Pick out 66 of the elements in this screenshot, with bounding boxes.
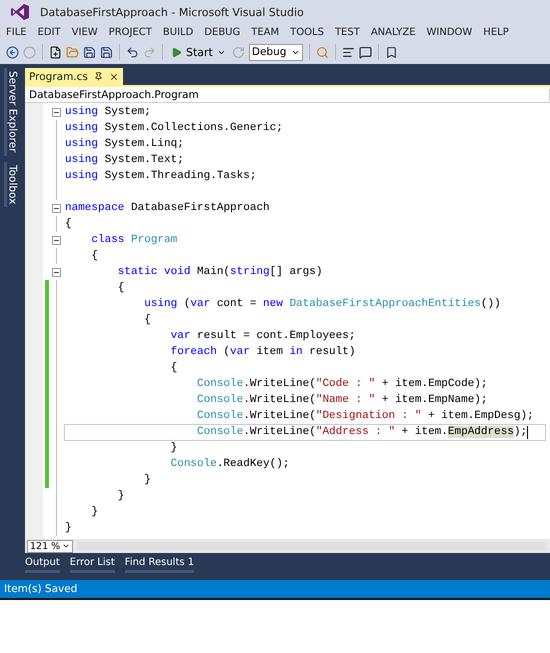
code-line: using System.Threading.Tasks; (64, 169, 258, 184)
side-tab[interactable]: Server Explorer (4, 68, 18, 156)
document-tab[interactable]: Program.cs (25, 68, 123, 85)
start-button[interactable]: Start (169, 46, 228, 58)
code-line: Console.WriteLine("Code : " + item.EmpCode); (196, 377, 488, 392)
back-icon[interactable] (6, 46, 19, 58)
code-line: { (90, 249, 100, 264)
menu-item[interactable]: EDIT (38, 26, 61, 38)
code-line: } (116, 489, 126, 504)
code-line: using System; (64, 105, 152, 120)
code-line: { (116, 281, 126, 296)
window-title: DatabaseFirstApproach - Microsoft Visual Studio (40, 6, 304, 18)
collapse-icon[interactable] (52, 204, 61, 212)
close-icon[interactable] (108, 72, 119, 82)
menu-item[interactable]: VIEW (72, 26, 98, 38)
panel-tab[interactable]: Error List (70, 556, 115, 573)
panel-tab[interactable]: Find Results 1 (124, 556, 194, 573)
collapse-icon[interactable] (52, 108, 61, 116)
side-tab[interactable]: Toolbox (4, 162, 18, 207)
code-line: using System.Text; (64, 153, 185, 168)
menu-item[interactable]: ANALYZE (370, 26, 416, 38)
save-all-icon[interactable] (100, 46, 113, 58)
code-line: Console.ReadKey(); (170, 457, 290, 472)
code-line: } (64, 521, 73, 536)
menu-item[interactable]: DEBUG (204, 26, 240, 38)
collapse-icon[interactable] (52, 236, 61, 244)
menu-item[interactable]: FILE (6, 26, 27, 38)
bookmark-icon[interactable] (384, 46, 398, 58)
code-line: } (90, 505, 100, 520)
code-line: { (64, 217, 73, 232)
code-line: { (170, 361, 178, 376)
new-file-icon[interactable] (49, 46, 62, 58)
code-line: Console.WriteLine("Name : " + item.EmpName); (196, 393, 488, 408)
save-icon[interactable] (83, 46, 96, 58)
code-line: using (var cont = new DatabaseFirstApproachEntities()) (143, 297, 502, 312)
menu-item[interactable]: BUILD (162, 26, 194, 38)
code-line: foreach (var item in result) (170, 345, 356, 360)
code-line: } (143, 473, 152, 488)
code-line: using System.Linq; (64, 137, 185, 152)
code-line: { (143, 313, 152, 328)
menu-item[interactable]: WINDOW (426, 26, 472, 38)
code-line: using System.Collections.Generic; (64, 121, 284, 136)
zoom-dropdown[interactable]: 121 % (27, 540, 73, 552)
collapse-icon[interactable] (52, 268, 61, 276)
configuration-dropdown[interactable]: Debug (248, 44, 303, 60)
undo-icon[interactable] (126, 46, 139, 58)
pin-icon[interactable] (94, 72, 103, 81)
status-text: Item(s) Saved (4, 583, 78, 595)
code-line: class Program (90, 233, 178, 248)
panel-tab[interactable]: Output (25, 556, 60, 573)
align-icon[interactable] (342, 46, 355, 58)
code-line: } (170, 441, 178, 456)
menu-item[interactable]: TEST (334, 26, 360, 38)
scope-dropdown[interactable]: DatabaseFirstApproach.Program (25, 88, 550, 100)
play-icon (171, 46, 182, 58)
menu-item[interactable]: PROJECT (108, 26, 152, 38)
code-line: namespace DatabaseFirstApproach (64, 201, 271, 216)
caret-icon (62, 542, 70, 550)
menu-item[interactable]: HELP (483, 26, 509, 38)
infinity-logo-icon (10, 3, 30, 21)
code-line: var result = cont.Employees; (170, 329, 356, 344)
code-line: static void Main(string[] args) (116, 265, 324, 280)
code-line: Console.WriteLine("Designation : " + item.EmpDesg); (196, 409, 535, 424)
menu-item[interactable]: TEAM (251, 26, 280, 38)
menu-item[interactable]: TOOLS (290, 26, 324, 38)
comment-icon[interactable] (358, 46, 372, 58)
